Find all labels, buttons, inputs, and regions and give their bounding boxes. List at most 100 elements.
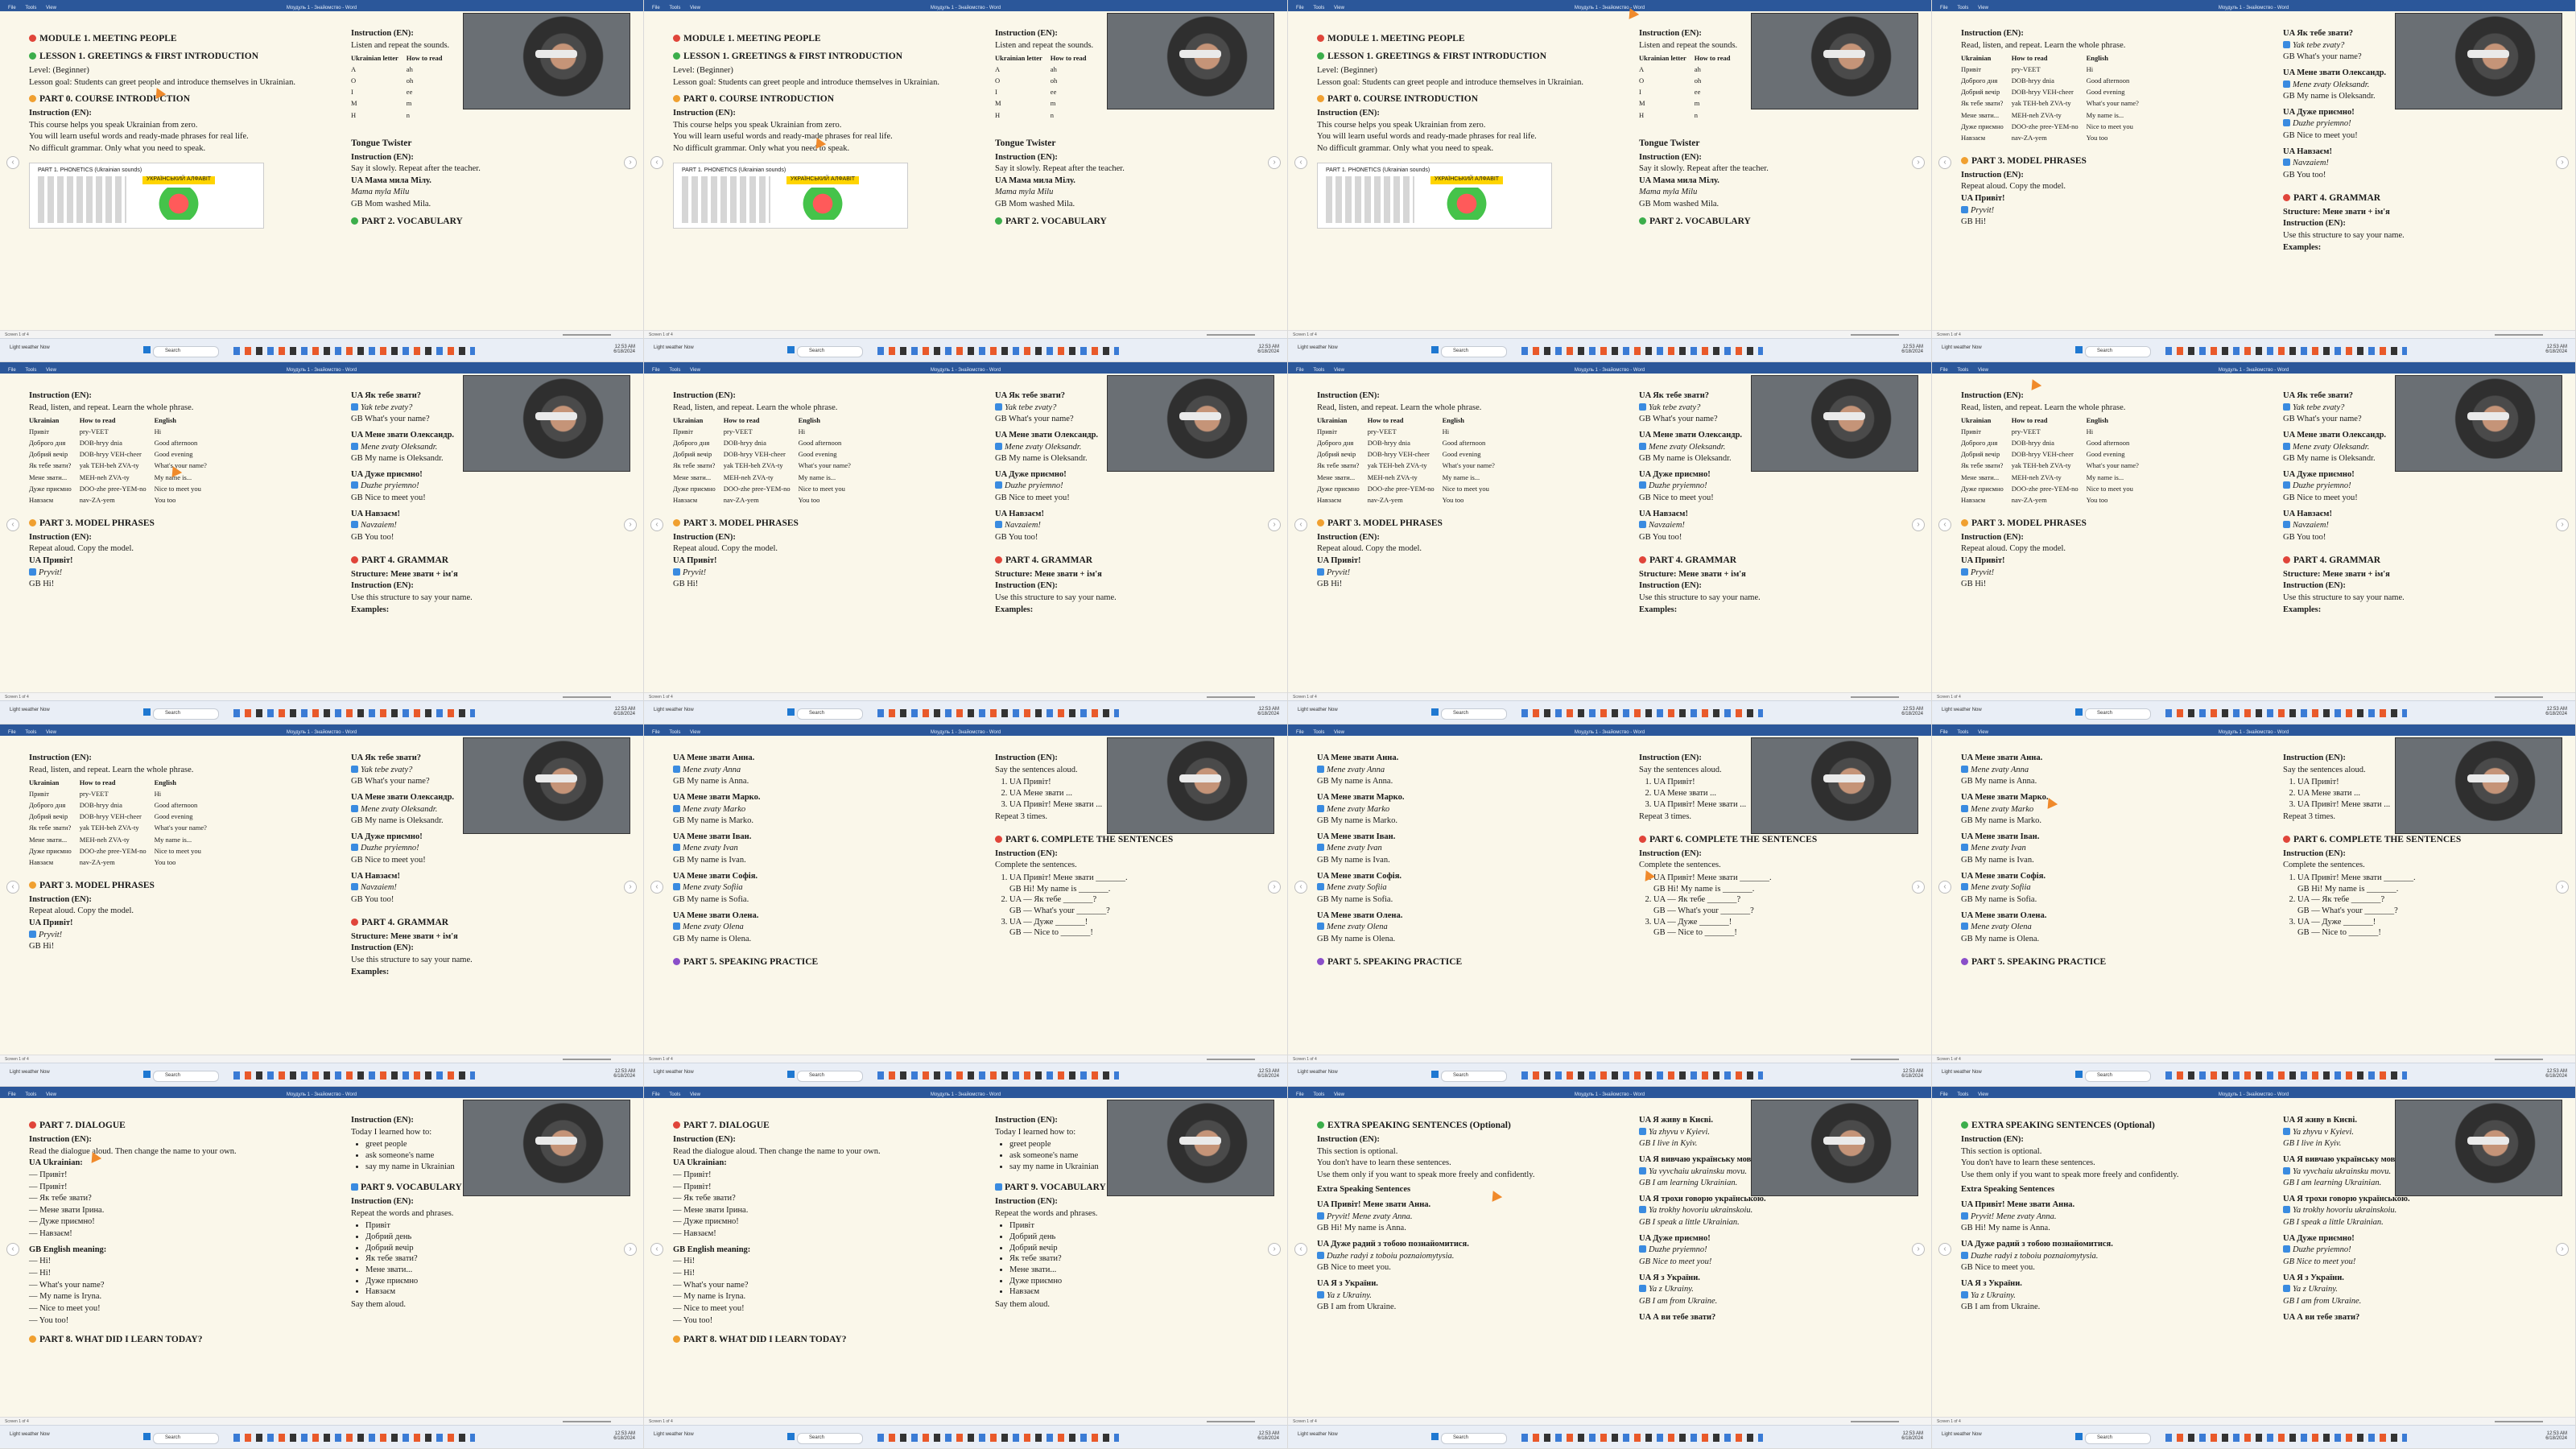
previous-page-button[interactable]: ‹: [6, 518, 19, 531]
windows-start-icon[interactable]: [2075, 708, 2083, 716]
next-page-button[interactable]: ›: [1912, 156, 1925, 169]
taskbar-search[interactable]: Search: [1441, 1433, 1507, 1444]
menu-tools[interactable]: Tools: [1313, 1092, 1324, 1098]
zoom-slider[interactable]: [2495, 696, 2543, 698]
menu-file[interactable]: File: [1296, 5, 1304, 11]
weather-widget[interactable]: Light weather Now: [654, 345, 694, 350]
taskbar-search[interactable]: Search: [797, 346, 863, 357]
weather-widget[interactable]: Light weather Now: [1298, 1432, 1338, 1437]
menu-view[interactable]: View: [46, 367, 56, 374]
taskbar-search[interactable]: Search: [1441, 346, 1507, 357]
menu-view[interactable]: View: [1334, 367, 1344, 374]
windows-start-icon[interactable]: [143, 1071, 151, 1078]
zoom-slider[interactable]: [1207, 1059, 1255, 1060]
zoom-slider[interactable]: [1851, 696, 1899, 698]
previous-page-button[interactable]: ‹: [650, 518, 663, 531]
windows-start-icon[interactable]: [143, 1433, 151, 1440]
menu-view[interactable]: View: [1334, 1092, 1344, 1098]
zoom-slider[interactable]: [563, 334, 611, 336]
windows-start-icon[interactable]: [787, 1071, 795, 1078]
menu-file[interactable]: File: [652, 1092, 660, 1098]
previous-page-button[interactable]: ‹: [1294, 881, 1307, 894]
taskbar-search[interactable]: Search: [1441, 1071, 1507, 1082]
next-page-button[interactable]: ›: [1268, 881, 1281, 894]
next-page-button[interactable]: ›: [624, 156, 637, 169]
alphabet-thumbnail[interactable]: PART 1. PHONETICS (Ukrainian sounds) УКР…: [1317, 162, 1552, 229]
previous-page-button[interactable]: ‹: [6, 156, 19, 169]
next-page-button[interactable]: ›: [1268, 1243, 1281, 1256]
next-page-button[interactable]: ›: [2556, 881, 2569, 894]
zoom-slider[interactable]: [563, 696, 611, 698]
menu-tools[interactable]: Tools: [669, 367, 680, 374]
zoom-slider[interactable]: [1851, 1059, 1899, 1060]
menu-view[interactable]: View: [46, 5, 56, 11]
menu-file[interactable]: File: [1940, 5, 1948, 11]
weather-widget[interactable]: Light weather Now: [10, 1432, 50, 1437]
previous-page-button[interactable]: ‹: [1938, 518, 1951, 531]
previous-page-button[interactable]: ‹: [6, 1243, 19, 1256]
windows-start-icon[interactable]: [2075, 1071, 2083, 1078]
next-page-button[interactable]: ›: [1268, 156, 1281, 169]
taskbar-search[interactable]: Search: [153, 1433, 219, 1444]
menu-tools[interactable]: Tools: [669, 1092, 680, 1098]
pinned-apps[interactable]: [1521, 1071, 1763, 1080]
menu-file[interactable]: File: [8, 729, 16, 736]
taskbar-search[interactable]: Search: [797, 708, 863, 720]
zoom-slider[interactable]: [2495, 334, 2543, 336]
menu-view[interactable]: View: [1978, 1092, 1988, 1098]
menu-file[interactable]: File: [652, 5, 660, 11]
menu-file[interactable]: File: [8, 367, 16, 374]
previous-page-button[interactable]: ‹: [6, 881, 19, 894]
menu-tools[interactable]: Tools: [1313, 5, 1324, 11]
next-page-button[interactable]: ›: [1268, 518, 1281, 531]
menu-view[interactable]: View: [690, 1092, 700, 1098]
menu-tools[interactable]: Tools: [669, 5, 680, 11]
windows-start-icon[interactable]: [2075, 346, 2083, 353]
pinned-apps[interactable]: [2165, 347, 2407, 355]
menu-tools[interactable]: Tools: [25, 367, 36, 374]
weather-widget[interactable]: Light weather Now: [1942, 708, 1982, 712]
previous-page-button[interactable]: ‹: [650, 881, 663, 894]
menu-tools[interactable]: Tools: [1957, 367, 1968, 374]
taskbar-search[interactable]: Search: [1441, 708, 1507, 720]
pinned-apps[interactable]: [233, 709, 475, 717]
weather-widget[interactable]: Light weather Now: [10, 1070, 50, 1075]
previous-page-button[interactable]: ‹: [650, 156, 663, 169]
next-page-button[interactable]: ›: [1912, 881, 1925, 894]
weather-widget[interactable]: Light weather Now: [10, 345, 50, 350]
menu-view[interactable]: View: [1978, 367, 1988, 374]
previous-page-button[interactable]: ‹: [1294, 518, 1307, 531]
previous-page-button[interactable]: ‹: [1938, 1243, 1951, 1256]
menu-view[interactable]: View: [1334, 729, 1344, 736]
next-page-button[interactable]: ›: [2556, 156, 2569, 169]
menu-file[interactable]: File: [1296, 367, 1304, 374]
weather-widget[interactable]: Light weather Now: [654, 1432, 694, 1437]
menu-tools[interactable]: Tools: [1957, 5, 1968, 11]
previous-page-button[interactable]: ‹: [650, 1243, 663, 1256]
menu-file[interactable]: File: [1296, 729, 1304, 736]
weather-widget[interactable]: Light weather Now: [1298, 345, 1338, 350]
menu-tools[interactable]: Tools: [669, 729, 680, 736]
weather-widget[interactable]: Light weather Now: [654, 708, 694, 712]
weather-widget[interactable]: Light weather Now: [1942, 345, 1982, 350]
alphabet-thumbnail[interactable]: PART 1. PHONETICS (Ukrainian sounds) УКР…: [29, 162, 264, 229]
next-page-button[interactable]: ›: [1912, 518, 1925, 531]
menu-tools[interactable]: Tools: [1957, 1092, 1968, 1098]
next-page-button[interactable]: ›: [624, 518, 637, 531]
menu-tools[interactable]: Tools: [1313, 367, 1324, 374]
windows-start-icon[interactable]: [1431, 708, 1439, 716]
pinned-apps[interactable]: [877, 709, 1119, 717]
pinned-apps[interactable]: [233, 347, 475, 355]
pinned-apps[interactable]: [2165, 709, 2407, 717]
next-page-button[interactable]: ›: [1912, 1243, 1925, 1256]
previous-page-button[interactable]: ‹: [1294, 156, 1307, 169]
pinned-apps[interactable]: [1521, 709, 1763, 717]
menu-file[interactable]: File: [8, 5, 16, 11]
weather-widget[interactable]: Light weather Now: [1942, 1432, 1982, 1437]
menu-file[interactable]: File: [652, 729, 660, 736]
taskbar-search[interactable]: Search: [2085, 708, 2151, 720]
menu-view[interactable]: View: [1334, 5, 1344, 11]
windows-start-icon[interactable]: [143, 708, 151, 716]
pinned-apps[interactable]: [233, 1071, 475, 1080]
menu-file[interactable]: File: [1296, 1092, 1304, 1098]
